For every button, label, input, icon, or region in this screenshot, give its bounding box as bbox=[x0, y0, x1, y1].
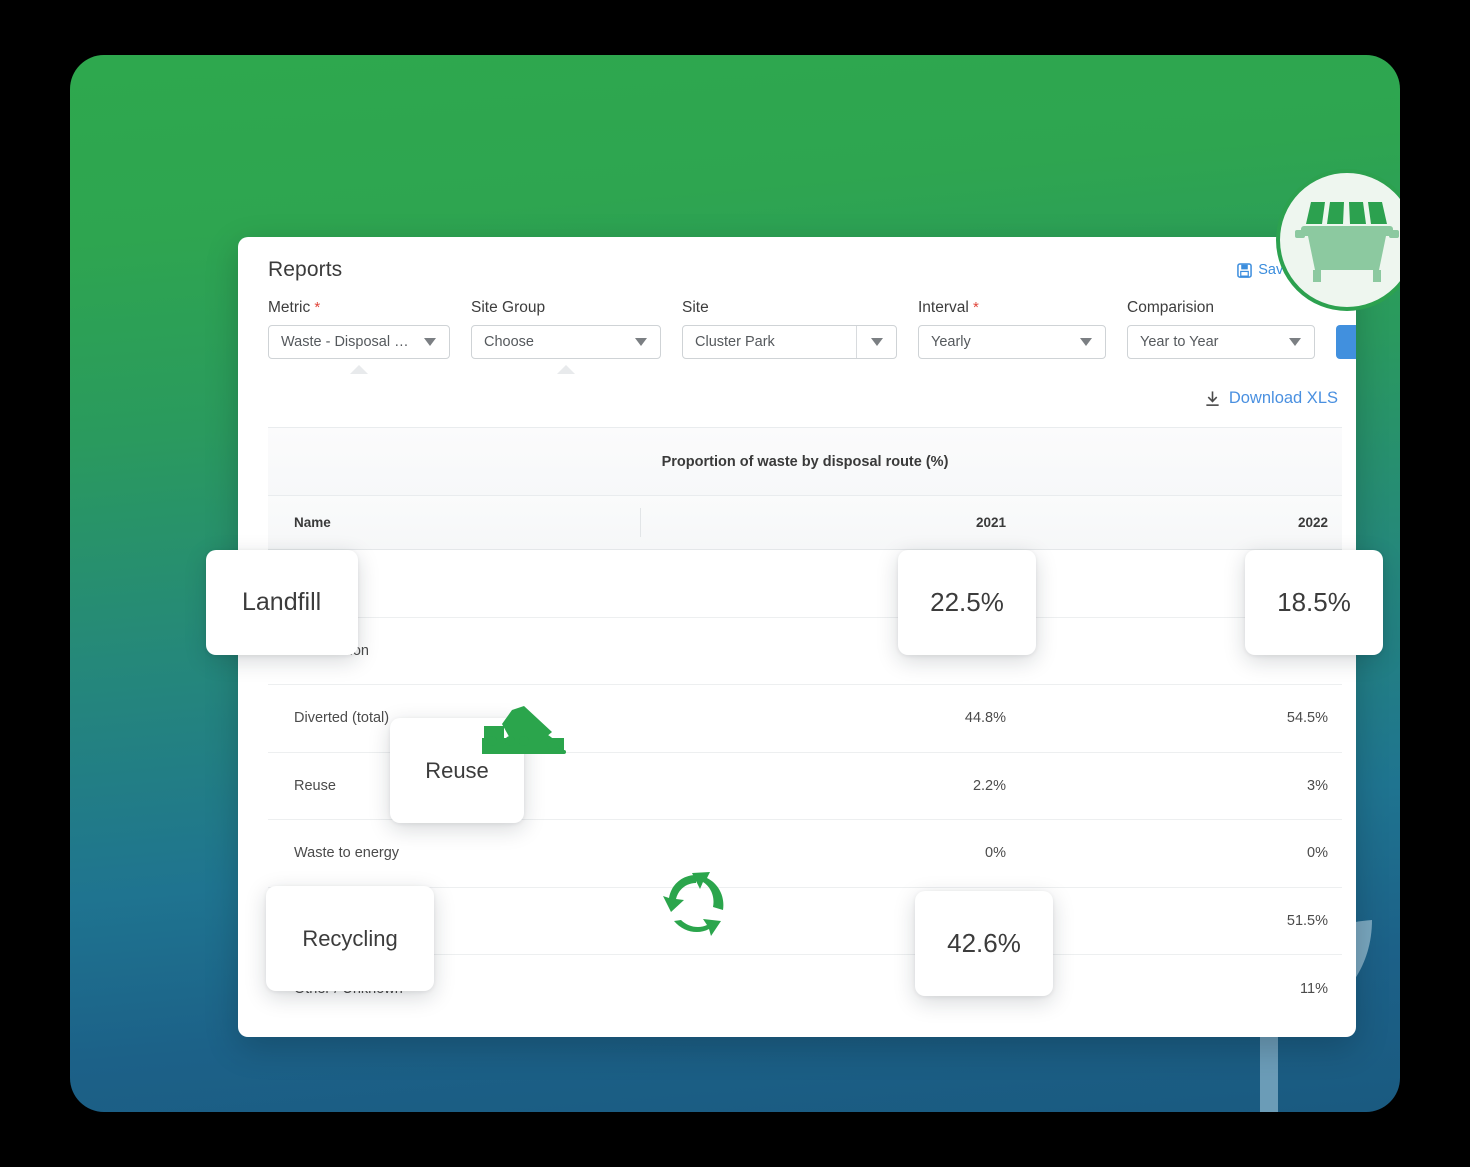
show-button[interactable]: Show bbox=[1336, 325, 1356, 359]
table-banner: Proportion of waste by disposal route (%… bbox=[268, 428, 1342, 496]
site-select-toggle[interactable] bbox=[856, 326, 896, 358]
chevron-down-icon bbox=[424, 338, 436, 346]
chevron-down-icon bbox=[635, 338, 647, 346]
highlight-card-reuse[interactable]: Reuse bbox=[390, 718, 524, 823]
chevron-down-icon bbox=[1289, 338, 1301, 346]
row-value-2022: 54.5% bbox=[1286, 710, 1328, 727]
floppy-disk-icon bbox=[1237, 262, 1253, 278]
required-asterisk: * bbox=[968, 299, 979, 316]
comparision-select[interactable]: Year to Year bbox=[1127, 325, 1315, 359]
chevron-down-icon bbox=[1080, 338, 1092, 346]
table-row[interactable]: Incineration19.5%16% bbox=[268, 618, 1342, 685]
interval-select[interactable]: Yearly bbox=[918, 325, 1106, 359]
column-header-name[interactable]: Name bbox=[268, 515, 614, 530]
row-value-2022: 11% bbox=[1300, 980, 1328, 997]
table-row[interactable]: Waste to energy 0% 0% bbox=[268, 820, 1342, 888]
page-title: Reports bbox=[268, 258, 343, 281]
metric-select[interactable]: Waste - Disposal R... bbox=[268, 325, 450, 359]
app-window: Reports Saved filters Metric * Waste - D… bbox=[70, 55, 1400, 1112]
metric-select-value: Waste - Disposal R... bbox=[281, 334, 417, 350]
filter-toolbar: Metric * Waste - Disposal R... Site Grou… bbox=[268, 299, 1356, 374]
row-value-2021: 2.2% bbox=[972, 777, 1006, 794]
highlight-card-landfill[interactable]: Landfill bbox=[206, 550, 358, 655]
filter-site-label: Site bbox=[682, 299, 709, 316]
row-value-2022: 0% bbox=[1307, 845, 1328, 862]
highlight-recycling-2021-value: 42.6% bbox=[947, 928, 1021, 958]
filter-interval-label: Interval * bbox=[918, 299, 1106, 317]
highlight-card-landfill-2021[interactable]: 22.5% bbox=[898, 550, 1036, 655]
highlight-reuse-label: Reuse bbox=[425, 757, 489, 783]
highlight-landfill-label: Landfill bbox=[242, 588, 322, 616]
highlight-landfill-2022-value: 18.5% bbox=[1277, 587, 1351, 617]
filter-metric: Metric * Waste - Disposal R... bbox=[268, 299, 450, 374]
filter-comparision: Comparision Year to Year bbox=[1127, 299, 1315, 359]
required-asterisk: * bbox=[310, 299, 321, 316]
row-value-2022: 3% bbox=[1307, 777, 1328, 794]
highlight-recycling-label: Recycling bbox=[302, 925, 398, 951]
site-group-hint-triangle bbox=[557, 365, 575, 374]
chevron-down-icon bbox=[870, 338, 883, 346]
highlight-landfill-2021-value: 22.5% bbox=[930, 587, 1004, 617]
filter-metric-label-text: Metric bbox=[268, 299, 311, 316]
site-select[interactable]: Cluster Park bbox=[682, 325, 897, 359]
filter-comparision-label: Comparision bbox=[1127, 299, 1215, 316]
column-header-2022[interactable]: 2022 bbox=[1034, 515, 1342, 530]
highlight-card-recycling-2021[interactable]: 42.6% bbox=[915, 891, 1053, 996]
site-group-select-value: Choose bbox=[484, 334, 534, 350]
filter-metric-label: Metric * bbox=[268, 299, 450, 317]
filter-interval: Interval * Yearly bbox=[918, 299, 1106, 359]
site-group-select[interactable]: Choose bbox=[471, 325, 661, 359]
site-select-value: Cluster Park bbox=[695, 334, 775, 350]
download-xls-label: Download XLS bbox=[1228, 389, 1338, 407]
download-xls-link[interactable]: Download XLS bbox=[1204, 389, 1338, 408]
column-divider bbox=[640, 508, 641, 537]
comparision-select-value: Year to Year bbox=[1140, 334, 1219, 350]
row-value-2021: 44.8% bbox=[964, 710, 1006, 727]
column-header-2021[interactable]: 2021 bbox=[614, 515, 1034, 530]
interval-select-value: Yearly bbox=[931, 334, 971, 350]
filter-site: Site Cluster Park bbox=[682, 299, 897, 359]
row-label: Waste to energy bbox=[294, 845, 400, 862]
table-banner-text: Proportion of waste by disposal route (%… bbox=[661, 453, 949, 470]
filter-interval-label-text: Interval bbox=[918, 299, 969, 316]
row-value-2021: 0% bbox=[985, 845, 1006, 862]
table-row[interactable]: Landfill22.5%18.5% bbox=[268, 550, 1342, 618]
filter-site-group-label: Site Group bbox=[471, 299, 546, 316]
row-value-2022: 51.5% bbox=[1286, 912, 1328, 929]
highlight-card-recycling[interactable]: Recycling bbox=[266, 886, 434, 991]
metric-hint-triangle bbox=[350, 365, 368, 374]
filter-site-group: Site Group Choose bbox=[471, 299, 661, 374]
table-header-row: Name 2021 2022 bbox=[268, 496, 1342, 550]
download-icon bbox=[1206, 390, 1219, 406]
dumpster-icon bbox=[1295, 202, 1399, 282]
highlight-card-landfill-2022[interactable]: 18.5% bbox=[1245, 550, 1383, 655]
